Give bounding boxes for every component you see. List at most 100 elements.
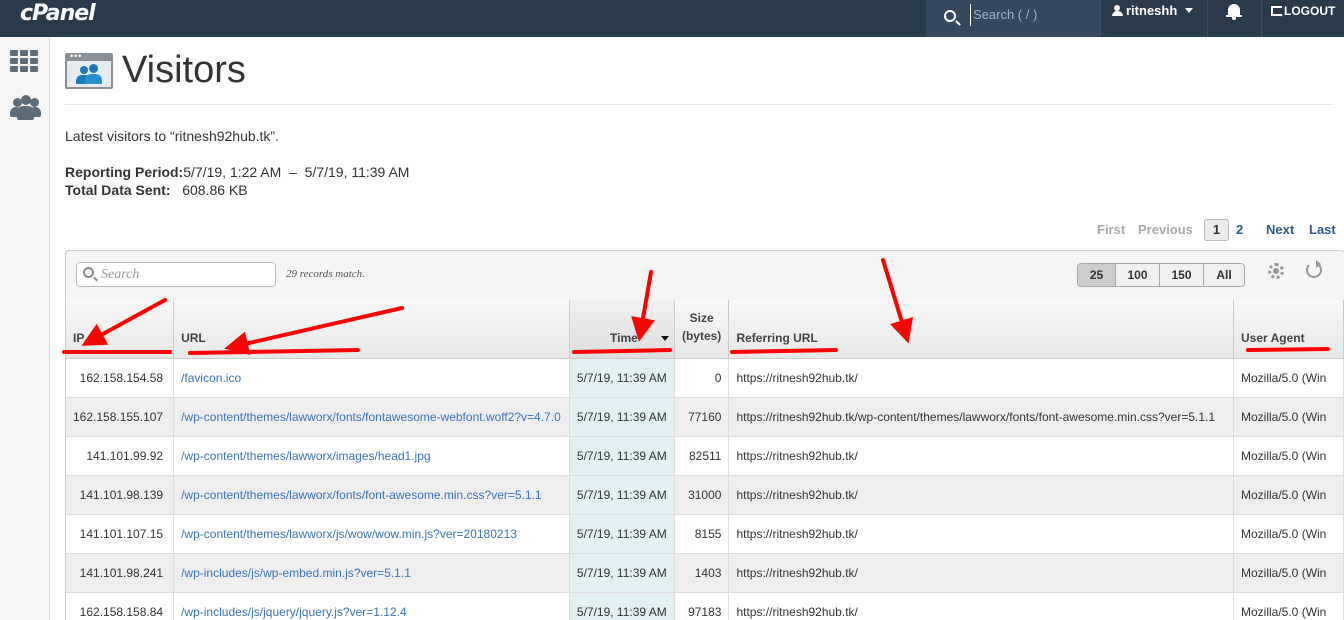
cell-time: 5/7/19, 11:39 AM <box>569 514 675 554</box>
refresh-icon[interactable] <box>1306 260 1322 278</box>
table-row: 141.101.107.15/wp-content/themes/lawworx… <box>66 514 1344 554</box>
cpanel-logo[interactable]: cPanel <box>20 1 96 26</box>
cell-url: /wp-content/themes/lawworx/images/head1.… <box>173 436 570 476</box>
page-size-selector: 25 100 150 All <box>1077 263 1245 287</box>
users-icon[interactable] <box>10 95 42 121</box>
pagination-next[interactable]: Next <box>1266 219 1294 241</box>
cell-user-agent: Mozilla/5.0 (Win <box>1233 436 1344 476</box>
cell-referring-url: https://ritnesh92hub.tk/ <box>728 358 1234 398</box>
cell-referring-url: https://ritnesh92hub.tk/ <box>728 475 1234 515</box>
cell-time: 5/7/19, 11:39 AM <box>569 553 675 593</box>
cell-ip: 162.158.155.107 <box>66 397 175 437</box>
total-data-label: Total Data Sent: <box>65 182 171 198</box>
search-icon <box>83 267 94 278</box>
reporting-period-value: 5/7/19, 1:22 AM – 5/7/19, 11:39 AM <box>183 164 410 180</box>
cell-ip: 141.101.99.92 <box>66 436 175 476</box>
pagination-previous[interactable]: Previous <box>1138 219 1193 241</box>
url-link[interactable]: /favicon.ico <box>181 371 241 385</box>
top-navbar: cPanel Search ( / ) ritneshh LOGOUT <box>0 0 1344 37</box>
cell-size: 1403 <box>674 553 730 593</box>
cell-size: 0 <box>674 358 730 398</box>
total-data-value: 608.86 KB <box>182 182 248 198</box>
url-link[interactable]: /wp-content/themes/lawworx/fonts/fontawe… <box>181 410 561 424</box>
table-row: 141.101.99.92/wp-content/themes/lawworx/… <box>66 436 1344 476</box>
total-data-sent: Total Data Sent: 608.86 KB <box>65 182 248 198</box>
column-header-user-agent[interactable]: User Agent <box>1233 300 1344 359</box>
cell-size: 31000 <box>674 475 730 515</box>
divider <box>1100 0 1101 37</box>
table-row: 141.101.98.139/wp-content/themes/lawworx… <box>66 475 1344 515</box>
cell-ip: 141.101.107.15 <box>66 514 175 554</box>
pagination-first[interactable]: First <box>1097 219 1125 241</box>
url-link[interactable]: /wp-content/themes/lawworx/fonts/font-aw… <box>181 488 542 502</box>
divider <box>65 104 1333 105</box>
page-size-150[interactable]: 150 <box>1160 264 1204 286</box>
username-label: ritneshh <box>1126 3 1178 18</box>
page-size-25[interactable]: 25 <box>1078 264 1116 286</box>
table-row: 162.158.155.107/wp-content/themes/lawwor… <box>66 397 1344 437</box>
cell-ip: 162.158.154.58 <box>66 358 175 398</box>
cell-time: 5/7/19, 11:39 AM <box>569 397 675 437</box>
apps-grid-icon[interactable] <box>10 50 38 72</box>
cell-user-agent: Mozilla/5.0 (Win <box>1233 553 1344 593</box>
user-menu-button[interactable]: ritneshh <box>1112 0 1194 37</box>
sort-descending-icon <box>660 335 669 341</box>
column-header-time[interactable]: Time <box>569 300 675 359</box>
table-search[interactable] <box>76 262 276 287</box>
cell-referring-url: https://ritnesh92hub.tk/ <box>728 514 1234 554</box>
cell-referring-url: https://ritnesh92hub.tk/ <box>728 553 1234 593</box>
table-header-row: IP URL Time Size (bytes) Referring URL Us… <box>66 300 1344 359</box>
column-header-size-label: Size <box>689 310 714 325</box>
page-description: Latest visitors to “ritnesh92hub.tk”. <box>65 128 279 144</box>
cell-url: /wp-includes/js/jquery/jquery.js?ver=1.1… <box>173 592 570 620</box>
cell-url: /favicon.ico <box>173 358 570 398</box>
visitors-page-icon: ••• <box>65 52 113 89</box>
page-size-100[interactable]: 100 <box>1116 264 1160 286</box>
global-search[interactable]: Search ( / ) <box>926 0 1100 37</box>
reporting-period: Reporting Period:5/7/19, 1:22 AM – 5/7/1… <box>65 164 409 180</box>
column-header-size[interactable]: Size (bytes) <box>674 300 730 359</box>
cell-referring-url: https://ritnesh92hub.tk/wp-content/theme… <box>728 397 1234 437</box>
column-header-ip[interactable]: IP <box>66 300 175 359</box>
table-row: 162.158.154.58/favicon.ico 5/7/19, 11:39 … <box>66 358 1344 398</box>
url-link[interactable]: /wp-content/themes/lawworx/images/head1.… <box>181 449 430 463</box>
settings-gear-icon[interactable] <box>1268 263 1284 279</box>
notifications-bell-icon[interactable] <box>1226 4 1242 20</box>
table-row: 162.158.158.84/wp-includes/js/jquery/jqu… <box>66 592 1344 620</box>
table-search-input[interactable] <box>101 266 271 284</box>
cell-url: /wp-content/themes/lawworx/js/wow/wow.mi… <box>173 514 570 554</box>
url-link[interactable]: /wp-includes/js/wp-embed.min.js?ver=5.1.… <box>181 566 411 580</box>
cell-size: 82511 <box>674 436 730 476</box>
cell-referring-url: https://ritnesh92hub.tk/ <box>728 436 1234 476</box>
cell-ip: 162.158.158.84 <box>66 592 175 620</box>
logout-icon <box>1271 3 1285 25</box>
cell-size: 77160 <box>674 397 730 437</box>
url-link[interactable]: /wp-content/themes/lawworx/js/wow/wow.mi… <box>181 527 517 541</box>
logout-button[interactable]: LOGOUT <box>1271 0 1336 25</box>
global-search-input[interactable]: Search ( / ) <box>970 4 1090 26</box>
cell-user-agent: Mozilla/5.0 (Win <box>1233 514 1344 554</box>
column-header-size-unit: (bytes) <box>681 328 722 343</box>
column-header-time-label: Time <box>610 330 638 345</box>
records-count: 29 records match. <box>286 268 365 280</box>
column-header-referring-url[interactable]: Referring URL <box>728 300 1234 359</box>
logout-label: LOGOUT <box>1284 4 1336 18</box>
cell-url: /wp-includes/js/wp-embed.min.js?ver=5.1.… <box>173 553 570 593</box>
pagination-page-2[interactable]: 2 <box>1236 219 1243 241</box>
cell-size: 8155 <box>674 514 730 554</box>
pagination-last[interactable]: Last <box>1309 219 1336 241</box>
page-title: Visitors <box>122 49 246 91</box>
cell-url: /wp-content/themes/lawworx/fonts/fontawe… <box>173 397 570 437</box>
cell-user-agent: Mozilla/5.0 (Win <box>1233 358 1344 398</box>
cell-user-agent: Mozilla/5.0 (Win <box>1233 397 1344 437</box>
cell-user-agent: Mozilla/5.0 (Win <box>1233 592 1344 620</box>
cell-url: /wp-content/themes/lawworx/fonts/font-aw… <box>173 475 570 515</box>
cell-time: 5/7/19, 11:39 AM <box>569 475 675 515</box>
page-size-all[interactable]: All <box>1204 264 1244 286</box>
url-link[interactable]: /wp-includes/js/jquery/jquery.js?ver=1.1… <box>181 605 407 619</box>
divider <box>1261 0 1262 37</box>
pagination-page-1[interactable]: 1 <box>1204 219 1229 241</box>
reporting-period-label: Reporting Period: <box>65 164 184 180</box>
divider <box>1207 0 1208 37</box>
column-header-url[interactable]: URL <box>173 300 570 359</box>
